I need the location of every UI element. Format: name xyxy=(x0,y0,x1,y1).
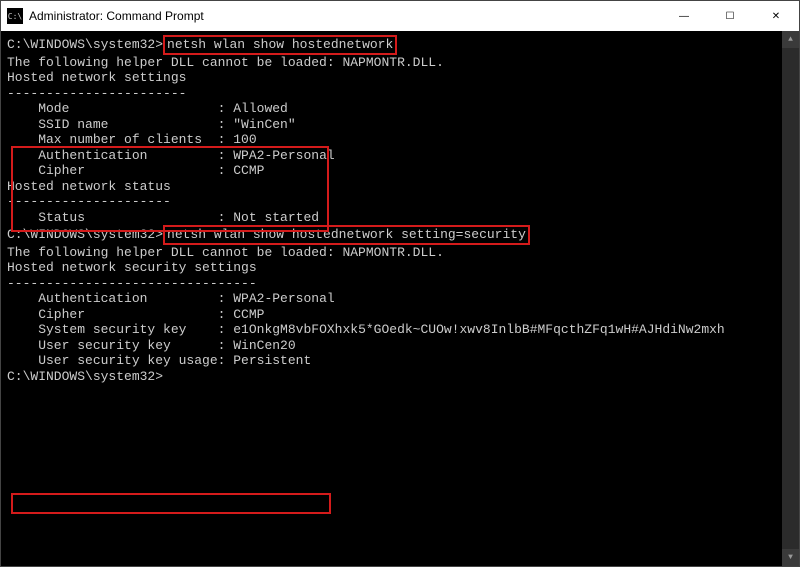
kv-label: Max number of clients : xyxy=(7,132,233,147)
kv-label: Authentication : xyxy=(7,148,233,163)
cmd-window: C:\ Administrator: Command Prompt — ☐ ✕ … xyxy=(0,0,800,567)
scroll-down-icon[interactable]: ▼ xyxy=(782,549,799,566)
kv-value: WPA2-Personal xyxy=(233,148,334,163)
kv-label: User security key usage: xyxy=(7,353,233,368)
kv-label: Cipher : xyxy=(7,307,233,322)
kv-label: User security key : xyxy=(7,338,233,353)
kv-value: CCMP xyxy=(233,163,264,178)
kv-label: Authentication : xyxy=(7,291,233,306)
scrollbar[interactable]: ▲ ▼ xyxy=(782,31,799,566)
command-text: netsh wlan show hostednetwork xyxy=(167,37,393,52)
kv-row: Mode : Allowed xyxy=(7,101,793,117)
kv-row: Status : Not started xyxy=(7,210,793,226)
kv-row: Authentication : WPA2-Personal xyxy=(7,148,793,164)
kv-label: Mode : xyxy=(7,101,233,116)
kv-label: Cipher : xyxy=(7,163,233,178)
kv-row: System security key : e1OnkgM8vbFOXhxk5*… xyxy=(7,322,793,338)
kv-value: "WinCen" xyxy=(233,117,295,132)
section-rule: -------------------------------- xyxy=(7,276,793,292)
command-highlight: netsh wlan show hostednetwork setting=se… xyxy=(163,225,530,245)
kv-row: User security key : WinCen20 xyxy=(7,338,793,354)
section-title: Hosted network settings xyxy=(7,70,793,86)
kv-value: CCMP xyxy=(233,307,264,322)
kv-value: WPA2-Personal xyxy=(233,291,334,306)
window-title: Administrator: Command Prompt xyxy=(29,9,661,23)
prompt-line: C:\WINDOWS\system32> netsh wlan show host… xyxy=(7,225,793,245)
window-controls: — ☐ ✕ xyxy=(661,1,799,31)
section-title: Hosted network status xyxy=(7,179,793,195)
section-rule: --------------------- xyxy=(7,194,793,210)
terminal-output[interactable]: C:\WINDOWS\system32> netsh wlan show host… xyxy=(1,31,799,566)
scroll-up-icon[interactable]: ▲ xyxy=(782,31,799,48)
titlebar[interactable]: C:\ Administrator: Command Prompt — ☐ ✕ xyxy=(1,1,799,31)
highlight-userkey-row xyxy=(11,493,331,514)
prompt-path: C:\WINDOWS\system32> xyxy=(7,369,163,384)
kv-value: 100 xyxy=(233,132,256,147)
output-line: The following helper DLL cannot be loade… xyxy=(7,55,793,71)
scroll-track[interactable] xyxy=(782,48,799,549)
kv-value: WinCen20 xyxy=(233,338,295,353)
kv-row: Authentication : WPA2-Personal xyxy=(7,291,793,307)
section-title: Hosted network security settings xyxy=(7,260,793,276)
kv-label: Status : xyxy=(7,210,233,225)
kv-label: System security key : xyxy=(7,322,233,337)
kv-value: Not started xyxy=(233,210,319,225)
kv-value: Allowed xyxy=(233,101,288,116)
kv-value: Persistent xyxy=(233,353,311,368)
command-highlight: netsh wlan show hostednetwork xyxy=(163,35,397,55)
close-button[interactable]: ✕ xyxy=(753,1,799,31)
minimize-button[interactable]: — xyxy=(661,1,707,31)
app-icon: C:\ xyxy=(7,8,23,24)
kv-row: SSID name : "WinCen" xyxy=(7,117,793,133)
prompt-path: C:\WINDOWS\system32> xyxy=(7,37,163,52)
prompt-line: C:\WINDOWS\system32> xyxy=(7,369,793,385)
command-text: netsh wlan show hostednetwork setting=se… xyxy=(167,227,526,242)
output-line: The following helper DLL cannot be loade… xyxy=(7,245,793,261)
prompt-path: C:\WINDOWS\system32> xyxy=(7,227,163,242)
kv-label: SSID name : xyxy=(7,117,233,132)
kv-value: e1OnkgM8vbFOXhxk5*GOedk~CUOw!xwv8InlbB#M… xyxy=(233,322,724,337)
kv-row: Cipher : CCMP xyxy=(7,163,793,179)
section-rule: ----------------------- xyxy=(7,86,793,102)
prompt-line: C:\WINDOWS\system32> netsh wlan show host… xyxy=(7,35,793,55)
kv-row: User security key usage: Persistent xyxy=(7,353,793,369)
kv-row: Cipher : CCMP xyxy=(7,307,793,323)
maximize-button[interactable]: ☐ xyxy=(707,1,753,31)
kv-row: Max number of clients : 100 xyxy=(7,132,793,148)
